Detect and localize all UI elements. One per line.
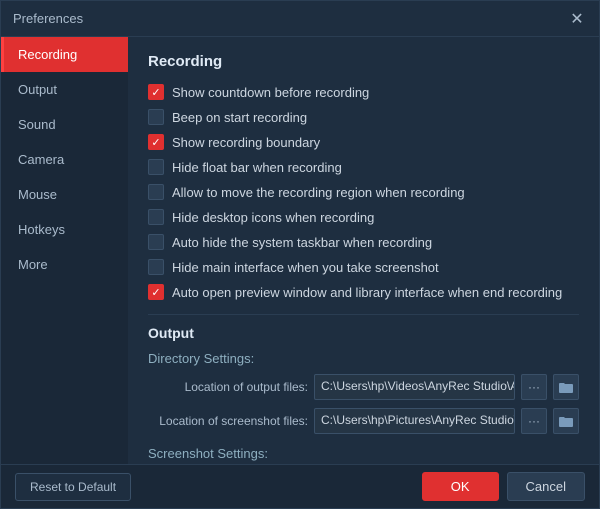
checkbox-label-moveregion: Allow to move the recording region when … bbox=[172, 185, 465, 200]
checkbox-row-moveregion: Allow to move the recording region when … bbox=[148, 184, 579, 200]
output-section-title: Output bbox=[148, 325, 579, 341]
screenshot-files-folder-button[interactable] bbox=[553, 408, 579, 434]
sidebar-item-sound[interactable]: Sound bbox=[1, 107, 128, 142]
checkbox-label-desktopicons: Hide desktop icons when recording bbox=[172, 210, 374, 225]
checkbox-label-taskbar: Auto hide the system taskbar when record… bbox=[172, 235, 432, 250]
content-panel: Recording ✓ Show countdown before recordi… bbox=[128, 37, 599, 464]
checkbox-moveregion[interactable] bbox=[148, 184, 164, 200]
checkbox-beep[interactable] bbox=[148, 109, 164, 125]
checkbox-row-hideinterface: Hide main interface when you take screen… bbox=[148, 259, 579, 275]
ok-button[interactable]: OK bbox=[422, 472, 499, 501]
output-files-folder-button[interactable] bbox=[553, 374, 579, 400]
output-files-label: Location of output files: bbox=[148, 380, 308, 394]
sidebar-item-camera[interactable]: Camera bbox=[1, 142, 128, 177]
checkbox-row-floatbar: Hide float bar when recording bbox=[148, 159, 579, 175]
checkbox-row-countdown: ✓ Show countdown before recording bbox=[148, 84, 579, 100]
checkbox-label-floatbar: Hide float bar when recording bbox=[172, 160, 342, 175]
close-button[interactable]: ✕ bbox=[567, 9, 587, 29]
screenshot-files-input[interactable]: C:\Users\hp\Pictures\AnyRec Studio\AnyRe… bbox=[314, 408, 515, 434]
screenshot-settings-label: Screenshot Settings: bbox=[148, 446, 579, 461]
sidebar-item-output[interactable]: Output bbox=[1, 72, 128, 107]
screenshot-settings-subsection: Screenshot Settings: bbox=[148, 446, 579, 461]
section-divider bbox=[148, 314, 579, 315]
checkbox-row-desktopicons: Hide desktop icons when recording bbox=[148, 209, 579, 225]
checkbox-row-taskbar: Auto hide the system taskbar when record… bbox=[148, 234, 579, 250]
footer: Reset to Default OK Cancel bbox=[1, 464, 599, 508]
checkbox-label-boundary: Show recording boundary bbox=[172, 135, 320, 150]
output-files-dots-button[interactable]: ··· bbox=[521, 374, 547, 400]
checkbox-row-boundary: ✓ Show recording boundary bbox=[148, 134, 579, 150]
checkbox-taskbar[interactable] bbox=[148, 234, 164, 250]
checkbox-label-autopreview: Auto open preview window and library int… bbox=[172, 285, 562, 300]
checkbox-boundary[interactable]: ✓ bbox=[148, 134, 164, 150]
footer-actions: OK Cancel bbox=[422, 472, 585, 501]
preferences-window: Preferences ✕ RecordingOutputSoundCamera… bbox=[0, 0, 600, 509]
checkbox-desktopicons[interactable] bbox=[148, 209, 164, 225]
output-files-row: Location of output files: C:\Users\hp\Vi… bbox=[148, 374, 579, 400]
output-files-input[interactable]: C:\Users\hp\Videos\AnyRec Studio\AnyRec … bbox=[314, 374, 515, 400]
checkbox-countdown[interactable]: ✓ bbox=[148, 84, 164, 100]
screenshot-files-dots-button[interactable]: ··· bbox=[521, 408, 547, 434]
window-title: Preferences bbox=[13, 11, 83, 26]
checkbox-label-countdown: Show countdown before recording bbox=[172, 85, 369, 100]
directory-settings-label: Directory Settings: bbox=[148, 351, 579, 366]
checkbox-autopreview[interactable]: ✓ bbox=[148, 284, 164, 300]
checkboxes-container: ✓ Show countdown before recording Beep on … bbox=[148, 84, 579, 300]
cancel-button[interactable]: Cancel bbox=[507, 472, 585, 501]
screenshot-files-label: Location of screenshot files: bbox=[148, 414, 308, 428]
checkbox-label-beep: Beep on start recording bbox=[172, 110, 307, 125]
reset-default-button[interactable]: Reset to Default bbox=[15, 473, 131, 501]
sidebar-item-hotkeys[interactable]: Hotkeys bbox=[1, 212, 128, 247]
checkbox-label-hideinterface: Hide main interface when you take screen… bbox=[172, 260, 439, 275]
main-content: RecordingOutputSoundCameraMouseHotkeysMo… bbox=[1, 37, 599, 464]
recording-section-title: Recording bbox=[148, 53, 579, 70]
sidebar: RecordingOutputSoundCameraMouseHotkeysMo… bbox=[1, 37, 128, 464]
title-bar: Preferences ✕ bbox=[1, 1, 599, 37]
screenshot-files-row: Location of screenshot files: C:\Users\h… bbox=[148, 408, 579, 434]
sidebar-item-mouse[interactable]: Mouse bbox=[1, 177, 128, 212]
sidebar-item-recording[interactable]: Recording bbox=[1, 37, 128, 72]
sidebar-item-more[interactable]: More bbox=[1, 247, 128, 282]
checkbox-hideinterface[interactable] bbox=[148, 259, 164, 275]
checkbox-row-beep: Beep on start recording bbox=[148, 109, 579, 125]
checkbox-floatbar[interactable] bbox=[148, 159, 164, 175]
checkbox-row-autopreview: ✓ Auto open preview window and library in… bbox=[148, 284, 579, 300]
